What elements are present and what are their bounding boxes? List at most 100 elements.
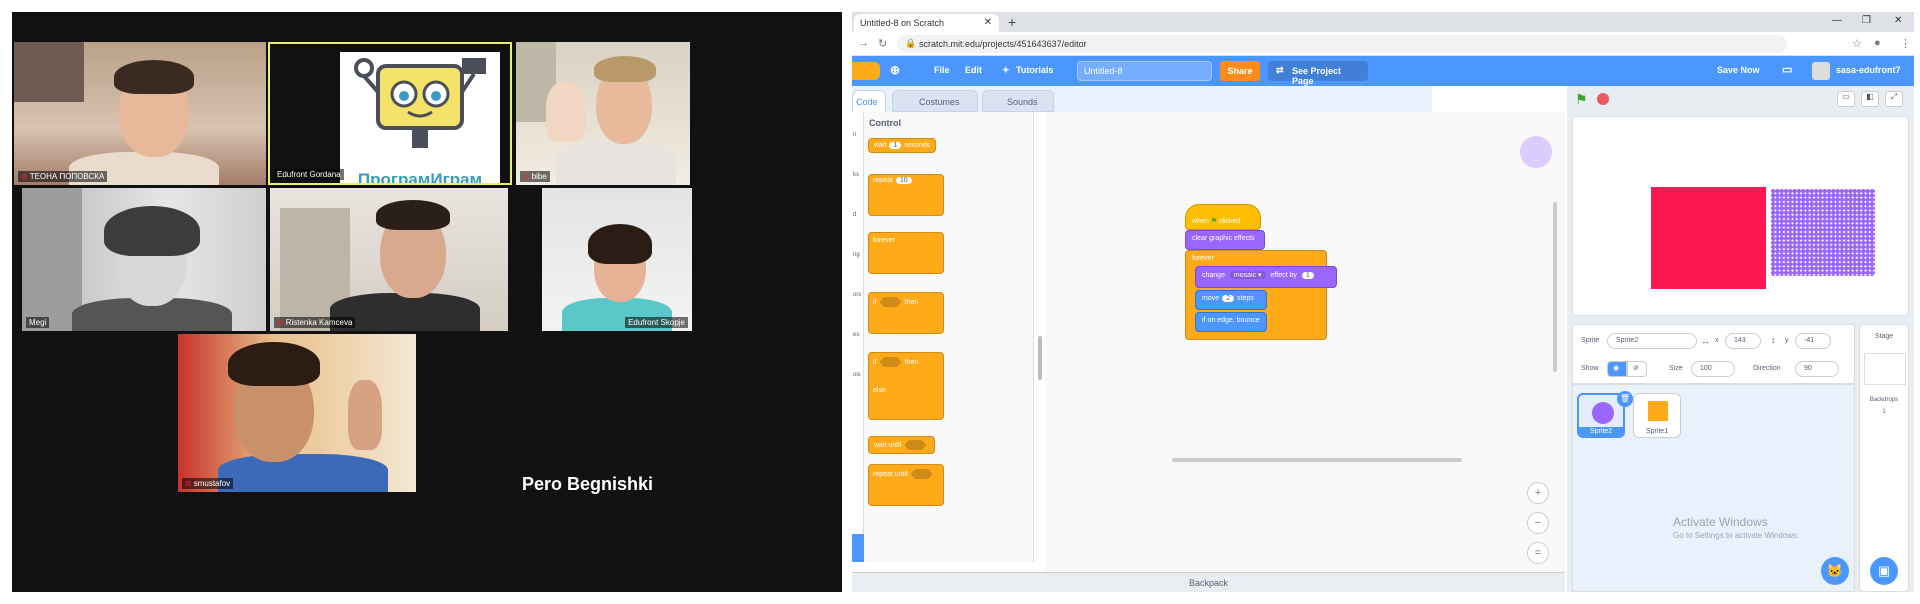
mic-muted-icon: ⊘: [185, 479, 192, 488]
repeat-block-label: repeat 10: [868, 174, 920, 187]
category-item[interactable]: ng: [853, 252, 860, 258]
add-backdrop-button[interactable]: ▣: [1870, 557, 1898, 585]
sprite-thumb[interactable]: Sprite2 🗑: [1577, 391, 1633, 438]
backdrop-thumb: [1864, 353, 1906, 385]
sprite-thumb-label: Sprite1: [1645, 428, 1669, 435]
palette-scrollbar[interactable]: [1038, 336, 1042, 380]
tab-costumes[interactable]: Costumes: [892, 90, 978, 112]
code-area[interactable]: when ⚑ clicked clear graphic effects for…: [1045, 112, 1565, 572]
participant-name: ⊘ smustafov: [182, 478, 234, 489]
wait-block[interactable]: wait 1 seconds: [868, 138, 937, 153]
globe-icon[interactable]: ⊕: [890, 63, 900, 77]
category-item[interactable]: d: [853, 212, 856, 218]
green-flag-icon[interactable]: ⚑: [1575, 91, 1588, 108]
show-label: Show: [1581, 365, 1599, 372]
scratch-logo[interactable]: [852, 62, 880, 80]
tutorials-menu[interactable]: Tutorials: [1016, 65, 1053, 75]
if-on-edge-bounce-block[interactable]: if on edge, bounce: [1195, 312, 1267, 332]
username-menu[interactable]: sasa-edufront7: [1836, 65, 1901, 75]
zoom-in-button[interactable]: +: [1527, 482, 1549, 504]
tab-code[interactable]: Code: [852, 90, 886, 112]
stage-target[interactable]: Stage Backdrops 1 ▣: [1859, 324, 1909, 592]
sprite-thumb[interactable]: Sprite1: [1633, 393, 1681, 438]
see-project-page-label: See Project Page: [1292, 66, 1342, 86]
stage-title: Stage: [1874, 333, 1894, 340]
extension-button[interactable]: [852, 534, 864, 562]
costumes-label: Costumes: [919, 97, 960, 107]
watermark-line2: Go to Settings to activate Windows.: [1673, 531, 1800, 540]
file-menu[interactable]: File: [934, 65, 950, 75]
participant-tile[interactable]: ⊘ ТЕОНА ПОПОВСКА: [14, 42, 266, 185]
minimize-icon[interactable]: —: [1832, 15, 1842, 26]
sprite-name-field[interactable]: Sprite2: [1607, 333, 1697, 349]
my-stuff-icon[interactable]: ▭: [1782, 63, 1792, 76]
screen: ⊘ ТЕОНА ПОПОВСКА ПрограмИграм Edufront G…: [0, 0, 1920, 604]
backpack[interactable]: Backpack: [852, 572, 1565, 592]
logo-text: ПрограмИграм: [357, 170, 483, 185]
category-item[interactable]: ors: [853, 292, 861, 298]
sounds-label: Sounds: [1007, 97, 1038, 107]
new-tab-button[interactable]: +: [1008, 14, 1016, 30]
sprite-label: Sprite: [1581, 337, 1600, 344]
save-now-button[interactable]: Save Now: [1717, 65, 1760, 75]
x-arrows-icon: ↔: [1701, 336, 1710, 346]
stop-icon[interactable]: [1597, 93, 1609, 105]
participant-tile[interactable]: ⊘ smustafov: [178, 334, 416, 492]
add-sprite-button[interactable]: 🐱: [1821, 557, 1849, 585]
category-item[interactable]: n: [853, 132, 856, 138]
block-categories: n ks d ng ors es ols: [852, 112, 864, 562]
bookmark-star-icon[interactable]: ☆: [1852, 37, 1862, 50]
move-steps-block[interactable]: move 2 steps: [1195, 290, 1267, 310]
see-project-page-button[interactable]: ⇄ See Project Page: [1268, 61, 1368, 86]
when-flag-clicked-block[interactable]: when ⚑ clicked: [1185, 204, 1261, 230]
show-visible-toggle[interactable]: ◉: [1607, 361, 1627, 377]
sprite-mosaic[interactable]: [1771, 189, 1875, 276]
participant-tile[interactable]: Megi: [22, 188, 266, 331]
maximize-icon[interactable]: ❐: [1862, 15, 1871, 26]
category-item[interactable]: ols: [853, 372, 861, 378]
edit-menu[interactable]: Edit: [965, 65, 982, 75]
close-window-icon[interactable]: ✕: [1894, 15, 1902, 26]
url-text: scratch.mit.edu/projects/451643637/edito…: [919, 39, 1087, 49]
tab-sounds[interactable]: Sounds: [982, 90, 1054, 112]
code-vertical-scrollbar[interactable]: [1553, 202, 1557, 372]
participant-name: Edufront Gordana: [274, 169, 344, 180]
zoom-reset-button[interactable]: =: [1527, 542, 1549, 564]
stage-canvas[interactable]: [1572, 116, 1909, 316]
show-hidden-toggle[interactable]: ⊘: [1627, 361, 1647, 377]
size-field[interactable]: 100: [1691, 361, 1735, 377]
video-call-gallery: ⊘ ТЕОНА ПОПОВСКА ПрограмИграм Edufront G…: [12, 12, 842, 592]
participant-tile[interactable]: ⊘ Ristenka Kamceva: [270, 188, 508, 331]
mic-muted-icon: ⊘: [277, 318, 284, 327]
participant-tile[interactable]: Edufront Skopje: [512, 188, 692, 331]
url-field[interactable]: 🔒 scratch.mit.edu/projects/451643637/edi…: [897, 35, 1787, 53]
x-field[interactable]: 143: [1725, 333, 1761, 349]
clear-graphic-effects-block[interactable]: clear graphic effects: [1185, 230, 1265, 250]
category-item[interactable]: es: [853, 332, 859, 338]
share-button[interactable]: Share: [1220, 61, 1260, 81]
y-field[interactable]: -41: [1795, 333, 1831, 349]
more-menu-icon[interactable]: ⋮: [1900, 37, 1911, 50]
delete-sprite-icon[interactable]: 🗑: [1617, 391, 1633, 407]
zoom-out-button[interactable]: −: [1527, 512, 1549, 534]
forever-block-label: forever: [873, 237, 895, 244]
forward-icon[interactable]: →: [858, 37, 869, 49]
participant-tile-active[interactable]: ПрограмИграм Edufront Gordana: [268, 42, 512, 185]
category-item[interactable]: ks: [853, 172, 859, 178]
small-stage-icon[interactable]: ▭: [1837, 91, 1855, 107]
reload-icon[interactable]: ↻: [878, 37, 887, 50]
direction-field[interactable]: 90: [1795, 361, 1839, 377]
close-tab-icon[interactable]: ✕: [984, 17, 992, 28]
large-stage-icon[interactable]: ◧: [1861, 91, 1879, 107]
y-arrows-icon: ↕: [1771, 335, 1776, 345]
avatar[interactable]: [1812, 62, 1830, 80]
project-title-input[interactable]: Untitled-8: [1077, 61, 1212, 81]
profile-icon[interactable]: ●: [1874, 37, 1881, 49]
sprite-red-square[interactable]: [1651, 187, 1766, 289]
participant-tile[interactable]: ⊘ bibe: [516, 42, 690, 185]
browser-tab[interactable]: Untitled-8 on Scratch ✕: [854, 14, 999, 32]
fullscreen-icon[interactable]: ⤢: [1885, 91, 1903, 107]
wait-until-block[interactable]: wait until: [868, 436, 936, 454]
change-effect-block[interactable]: change mosaic ▾ effect by 1: [1195, 266, 1337, 288]
code-horizontal-scrollbar[interactable]: [1172, 458, 1462, 462]
